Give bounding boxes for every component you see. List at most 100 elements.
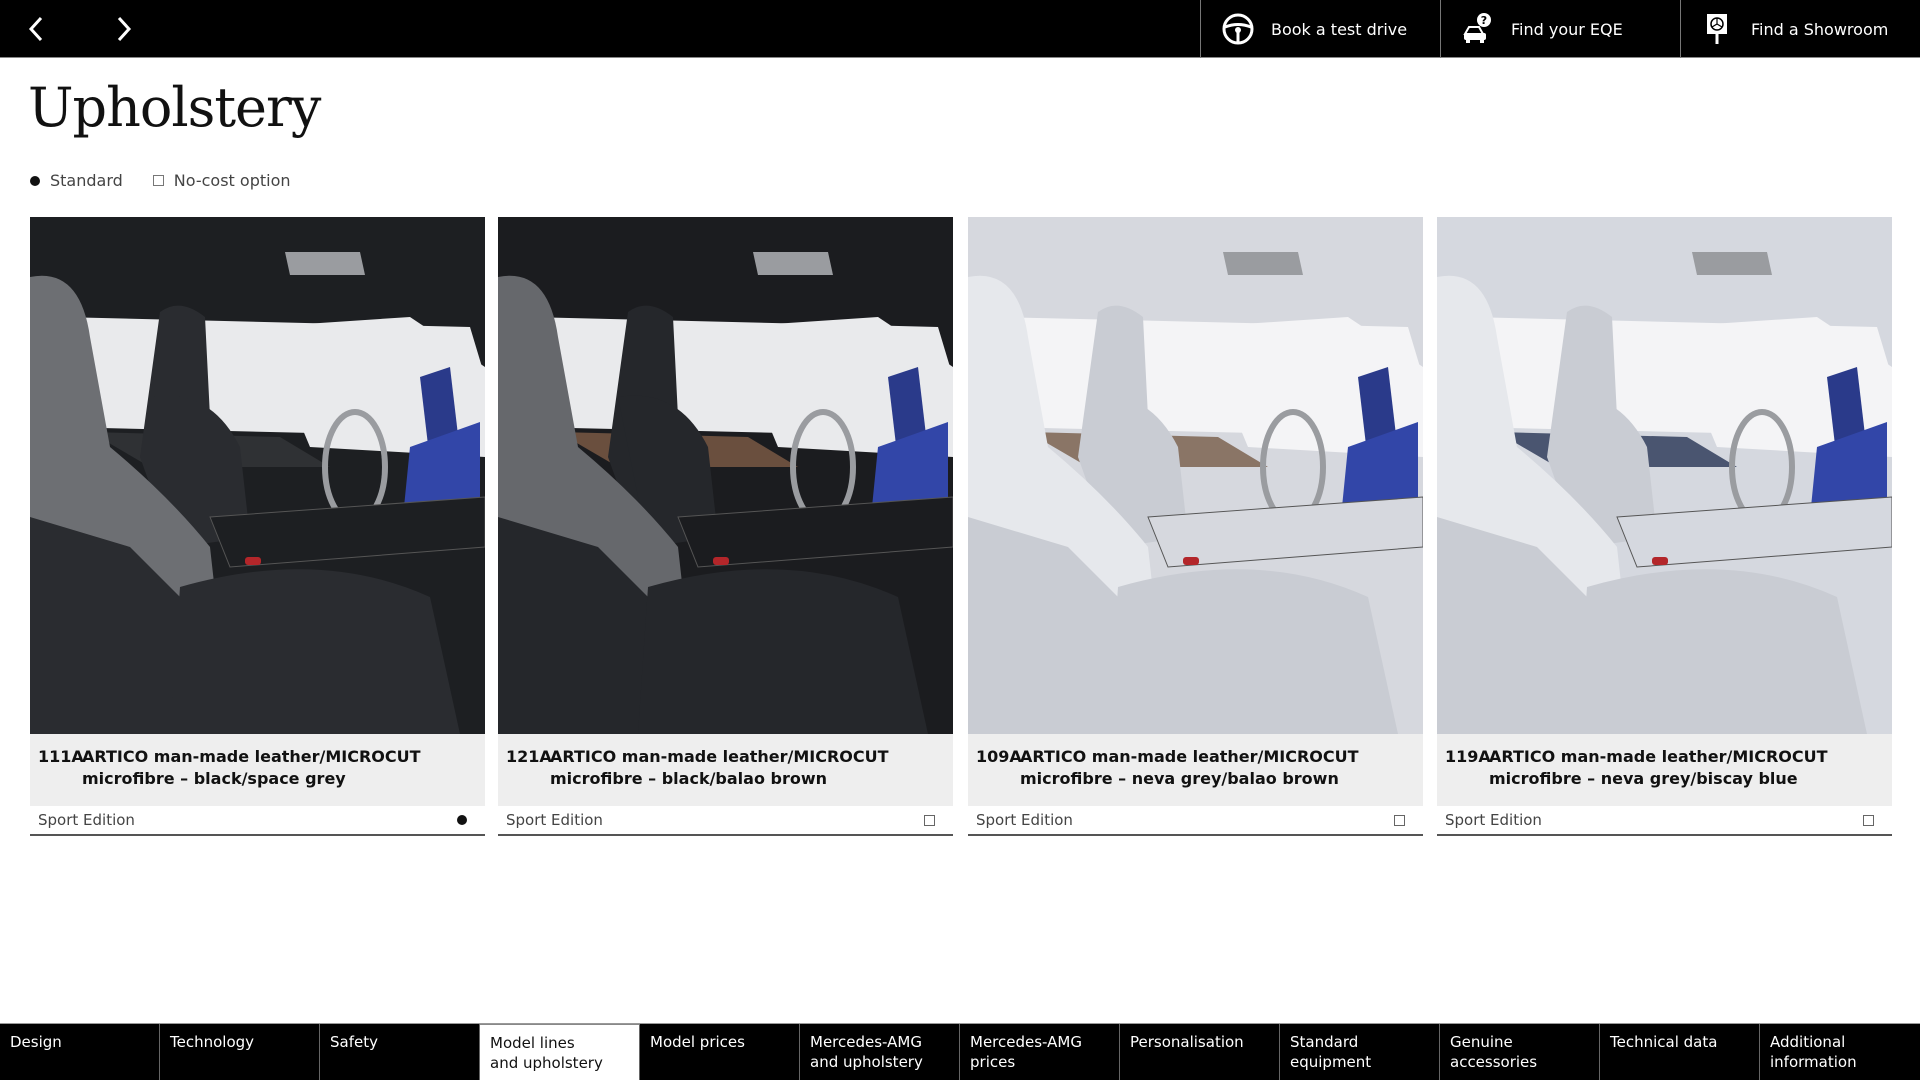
tab-standard-equipment[interactable]: Standard equipment	[1280, 1024, 1440, 1080]
car-question-icon: ?	[1461, 12, 1495, 46]
tab-label: Technical data	[1610, 1033, 1718, 1051]
no-cost-indicator-icon	[1394, 814, 1405, 826]
card-footer: Sport Edition	[30, 806, 485, 836]
upholstery-code: 111A	[38, 747, 84, 766]
card-caption: 109A ARTICO man-made leather/MICROCUT mi…	[968, 734, 1423, 806]
upholstery-description: ARTICO man-made leather/MICROCUT microfi…	[82, 747, 421, 788]
tab-amg-upholstery[interactable]: Mercedes-AMG and upholstery	[800, 1024, 960, 1080]
find-showroom-button[interactable]: Find a Showroom	[1680, 0, 1920, 58]
front-seat-cushion	[638, 569, 928, 734]
previous-page-button[interactable]	[16, 8, 56, 50]
card-footer: Sport Edition	[1437, 806, 1892, 836]
find-your-eqe-button[interactable]: ? Find your EQE	[1440, 0, 1680, 58]
tab-label-line2: and upholstery	[490, 1054, 603, 1072]
legend-no-cost-label: No-cost option	[173, 171, 291, 190]
tab-label: Design	[10, 1033, 62, 1051]
tab-label-line2: equipment	[1290, 1053, 1372, 1071]
upholstery-code: 109A	[976, 747, 1022, 766]
steering-wheel-icon	[1221, 12, 1255, 46]
air-vent	[1223, 252, 1303, 275]
model-line-label: Sport Edition	[38, 811, 135, 829]
legend: Standard No-cost option	[30, 171, 321, 190]
page-title: Upholstery	[28, 76, 321, 139]
tab-label-line2: and upholstery	[810, 1053, 923, 1071]
tab-label: Personalisation	[1130, 1033, 1244, 1051]
tab-model-lines-upholstery[interactable]: Model lines and upholstery	[480, 1024, 640, 1080]
tab-label: Technology	[170, 1033, 255, 1051]
tab-model-prices[interactable]: Model prices	[640, 1024, 800, 1080]
car-interior-illustration	[968, 217, 1423, 734]
front-seat-cushion	[170, 569, 460, 734]
upholstery-card: 111A ARTICO man-made leather/MICROCUT mi…	[30, 217, 485, 836]
interior-image	[968, 217, 1423, 734]
legend-standard-label: Standard	[50, 171, 123, 190]
tab-label: Safety	[330, 1033, 378, 1051]
tab-safety[interactable]: Safety	[320, 1024, 480, 1080]
no-cost-indicator-icon	[1863, 814, 1874, 826]
tab-additional-information[interactable]: Additional information	[1760, 1024, 1920, 1080]
filled-circle-icon	[30, 175, 40, 186]
headliner	[968, 217, 1423, 312]
tab-label-line2: accessories	[1450, 1053, 1538, 1071]
chevron-left-icon	[28, 16, 43, 42]
tab-label: Standard	[1290, 1033, 1359, 1051]
tab-label: Genuine	[1450, 1033, 1513, 1051]
next-page-button[interactable]	[104, 8, 144, 50]
book-test-drive-label: Book a test drive	[1271, 19, 1408, 39]
tab-personalisation[interactable]: Personalisation	[1120, 1024, 1280, 1080]
front-seat-cushion	[1577, 569, 1867, 734]
upholstery-card: 121A ARTICO man-made leather/MICROCUT mi…	[498, 217, 953, 836]
front-seat-cushion	[1108, 569, 1398, 734]
air-vent	[285, 252, 365, 275]
air-vent	[753, 252, 833, 275]
tab-technical-data[interactable]: Technical data	[1600, 1024, 1760, 1080]
upholstery-code: 121A	[506, 747, 552, 766]
model-line-label: Sport Edition	[976, 811, 1073, 829]
headliner	[1437, 217, 1892, 312]
seatbelt-buckle	[1652, 557, 1668, 565]
tab-technology[interactable]: Technology	[160, 1024, 320, 1080]
model-line-label: Sport Edition	[506, 811, 603, 829]
air-vent	[1692, 252, 1772, 275]
card-caption: 119A ARTICO man-made leather/MICROCUT mi…	[1437, 734, 1892, 806]
interior-image	[30, 217, 485, 734]
standard-indicator-icon	[457, 815, 467, 825]
svg-text:?: ?	[1481, 14, 1487, 27]
find-showroom-label: Find a Showroom	[1751, 19, 1889, 39]
upholstery-card: 119A ARTICO man-made leather/MICROCUT mi…	[1437, 217, 1892, 836]
showroom-pin-icon	[1701, 12, 1735, 46]
car-interior-illustration	[30, 217, 485, 734]
book-test-drive-button[interactable]: Book a test drive	[1200, 0, 1440, 58]
card-caption: 121A ARTICO man-made leather/MICROCUT mi…	[498, 734, 953, 806]
seatbelt-buckle	[1183, 557, 1199, 565]
tab-design[interactable]: Design	[0, 1024, 160, 1080]
section-nav: Design Technology Safety Model lines and …	[0, 1023, 1920, 1080]
interior-image	[1437, 217, 1892, 734]
upholstery-description: ARTICO man-made leather/MICROCUT microfi…	[1020, 747, 1359, 788]
tab-genuine-accessories[interactable]: Genuine accessories	[1440, 1024, 1600, 1080]
top-bar: Book a test drive ? Find your EQE Find a…	[0, 0, 1920, 58]
find-your-eqe-label: Find your EQE	[1511, 19, 1623, 39]
upholstery-description: ARTICO man-made leather/MICROCUT microfi…	[1489, 747, 1828, 788]
headliner	[30, 217, 485, 312]
tab-label: Mercedes-AMG	[810, 1033, 922, 1051]
tab-label: Model lines	[490, 1034, 575, 1052]
tab-label: Additional	[1770, 1033, 1846, 1051]
legend-standard: Standard	[30, 171, 123, 190]
interior-image	[498, 217, 953, 734]
tab-amg-prices[interactable]: Mercedes-AMG prices	[960, 1024, 1120, 1080]
seatbelt-buckle	[713, 557, 729, 565]
upholstery-card: 109A ARTICO man-made leather/MICROCUT mi…	[968, 217, 1423, 836]
upholstery-code: 119A	[1445, 747, 1491, 766]
chevron-right-icon	[117, 16, 132, 42]
headliner	[498, 217, 953, 312]
model-line-label: Sport Edition	[1445, 811, 1542, 829]
tab-label: Model prices	[650, 1033, 745, 1051]
seatbelt-buckle	[245, 557, 261, 565]
tab-label-line2: prices	[970, 1053, 1016, 1071]
legend-no-cost: No-cost option	[152, 171, 291, 190]
top-actions: Book a test drive ? Find your EQE Find a…	[1200, 0, 1920, 58]
car-interior-illustration	[1437, 217, 1892, 734]
car-interior-illustration	[498, 217, 953, 734]
empty-square-icon	[152, 175, 164, 186]
